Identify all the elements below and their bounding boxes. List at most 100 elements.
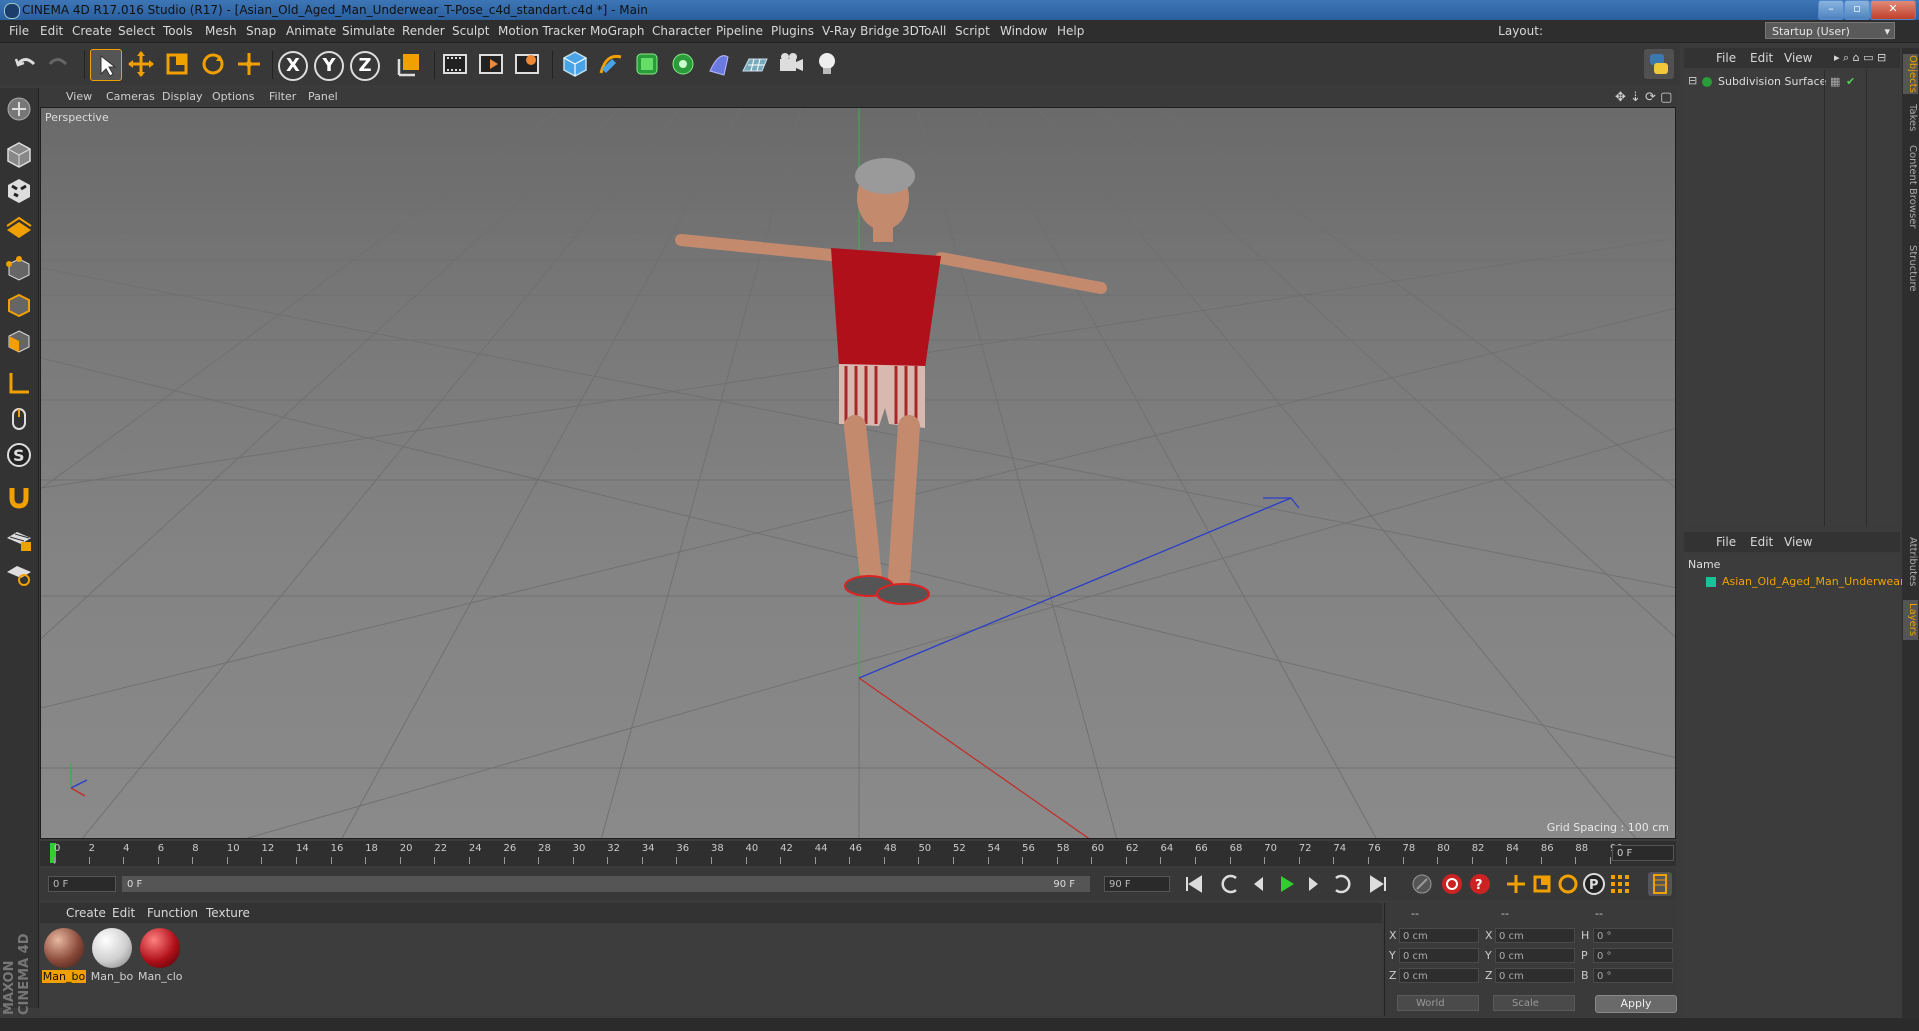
floor-icon[interactable] xyxy=(740,49,770,79)
tab-takes[interactable]: Takes xyxy=(1903,102,1918,134)
keyframe-selection-icon[interactable]: ? xyxy=(1468,872,1492,896)
tab-objects[interactable]: Objects xyxy=(1903,54,1918,94)
maximize-button[interactable]: ▫ xyxy=(1844,0,1870,20)
workplane-icon[interactable] xyxy=(4,212,34,242)
menu-edit[interactable]: Edit xyxy=(40,24,63,38)
autokey-icon[interactable] xyxy=(1440,872,1464,896)
expand-icon[interactable]: ⊟ xyxy=(1688,74,1697,87)
menu-vray-bridge[interactable]: V-Ray Bridge xyxy=(822,24,899,38)
material-item[interactable]: Man_clo xyxy=(138,928,182,983)
record-keys-icon[interactable] xyxy=(1410,872,1434,896)
menu-animate[interactable]: Animate xyxy=(286,24,336,38)
layer-menu-file[interactable]: File xyxy=(1716,535,1736,549)
menu-window[interactable]: Window xyxy=(1000,24,1047,38)
menu-character[interactable]: Character xyxy=(652,24,711,38)
layer-row[interactable]: Asian_Old_Aged_Man_Underwear xyxy=(1684,574,1905,590)
points-mode-icon[interactable] xyxy=(4,254,34,284)
object-row[interactable]: ⊟ Subdivision Surface ▦ ✔ xyxy=(1684,74,1900,90)
tweak-mode-icon[interactable] xyxy=(4,404,34,434)
position-x-field[interactable]: 0 cm xyxy=(1399,928,1479,943)
size-x-field[interactable]: 0 cm xyxy=(1495,928,1575,943)
menu-select[interactable]: Select xyxy=(118,24,155,38)
subdivision-surface-icon[interactable] xyxy=(632,49,662,79)
material-item[interactable]: Man_bo xyxy=(90,928,134,983)
key-rotation-icon[interactable] xyxy=(1556,872,1580,896)
material-menu-edit[interactable]: Edit xyxy=(112,906,135,920)
layer-menu-view[interactable]: View xyxy=(1784,535,1812,549)
light-icon[interactable] xyxy=(812,49,842,79)
spline-pen-icon[interactable] xyxy=(596,49,626,79)
coordinate-mode-dropdown[interactable]: World xyxy=(1397,995,1479,1011)
axis-mode-icon[interactable] xyxy=(4,368,34,398)
rotation-h-field[interactable]: 0 ° xyxy=(1593,928,1673,943)
menu-mograph[interactable]: MoGraph xyxy=(590,24,645,38)
rotate-icon[interactable] xyxy=(198,49,228,79)
viewport-menu-display[interactable]: Display xyxy=(162,90,203,103)
viewport-menu-view[interactable]: View xyxy=(66,90,92,103)
size-z-field[interactable]: 0 cm xyxy=(1495,968,1575,983)
key-pla-icon[interactable] xyxy=(1608,872,1632,896)
tab-attributes[interactable]: Attributes xyxy=(1903,532,1918,592)
menu-motion-tracker[interactable]: Motion Tracker xyxy=(498,24,586,38)
polygons-mode-icon[interactable] xyxy=(4,326,34,356)
live-select-icon[interactable] xyxy=(234,49,264,79)
menu-script[interactable]: Script xyxy=(955,24,990,38)
menu-simulate[interactable]: Simulate xyxy=(342,24,395,38)
3d-viewport[interactable]: Perspective Grid Spacing : 100 cm xyxy=(40,107,1676,839)
play-icon[interactable] xyxy=(1274,872,1298,896)
rotation-b-field[interactable]: 0 ° xyxy=(1593,968,1673,983)
select-arrow-icon[interactable] xyxy=(90,49,122,81)
tab-content-browser[interactable]: Content Browser xyxy=(1903,142,1918,232)
rotation-p-field[interactable]: 0 ° xyxy=(1593,948,1673,963)
close-button[interactable]: ✕ xyxy=(1870,0,1916,20)
object-menu-file[interactable]: File xyxy=(1716,51,1736,65)
go-to-end-icon[interactable] xyxy=(1366,872,1390,896)
next-frame-icon[interactable] xyxy=(1302,872,1326,896)
position-y-field[interactable]: 0 cm xyxy=(1399,948,1479,963)
previous-frame-icon[interactable] xyxy=(1246,872,1270,896)
visibility-icon[interactable]: ▦ xyxy=(1830,75,1840,88)
magnet-icon[interactable] xyxy=(4,482,34,512)
locked-workplane-icon[interactable] xyxy=(4,524,34,554)
menu-3dtoall[interactable]: 3DToAll xyxy=(902,24,946,38)
y-axis-toggle[interactable]: Y xyxy=(314,51,344,81)
size-mode-dropdown[interactable]: Scale xyxy=(1493,995,1575,1011)
redo-button[interactable] xyxy=(44,49,74,79)
material-menu-texture[interactable]: Texture xyxy=(206,906,250,920)
menu-help[interactable]: Help xyxy=(1057,24,1084,38)
apply-button[interactable]: Apply xyxy=(1595,995,1677,1013)
key-parameter-icon[interactable]: P xyxy=(1582,872,1606,896)
viewport-menu-filter[interactable]: Filter xyxy=(269,90,296,103)
next-key-icon[interactable] xyxy=(1330,872,1354,896)
move-icon[interactable] xyxy=(126,49,156,79)
layout-dropdown[interactable]: Startup (User) ▾ xyxy=(1765,22,1895,39)
render-settings-icon[interactable] xyxy=(512,49,542,79)
timeline-window-icon[interactable] xyxy=(1648,872,1672,896)
current-frame-field[interactable]: 0 F xyxy=(1612,845,1674,861)
key-scale-icon[interactable] xyxy=(1530,872,1554,896)
range-slider[interactable]: 0 F 90 F xyxy=(122,876,1090,892)
tab-layers[interactable]: Layers xyxy=(1903,600,1918,640)
coordinate-system-icon[interactable] xyxy=(394,49,424,79)
render-to-picture-viewer-icon[interactable] xyxy=(476,49,506,79)
make-editable-icon[interactable] xyxy=(4,94,34,124)
end-frame-field[interactable]: 90 F xyxy=(1104,876,1170,892)
position-z-field[interactable]: 0 cm xyxy=(1399,968,1479,983)
planar-workplane-icon[interactable] xyxy=(4,558,34,588)
scale-icon[interactable] xyxy=(162,49,192,79)
go-to-start-icon[interactable] xyxy=(1182,872,1206,896)
timeline-ruler[interactable]: 0 2 4 6 8 10 12 14 16 18 20 22 24 26 28 30 32 34 36 38 40 42 4… xyxy=(40,841,1676,866)
camera-icon[interactable] xyxy=(776,49,806,79)
object-manager-tools-icons[interactable]: ▸ ⌕ ⌂ ▭ ⊟ xyxy=(1834,51,1886,65)
previous-key-icon[interactable] xyxy=(1218,872,1242,896)
viewport-navigation-icons[interactable]: ✥ ⇣ ⟳ ▢ xyxy=(1615,90,1672,105)
texture-mode-icon[interactable] xyxy=(4,176,34,206)
material-item[interactable]: Man_bo xyxy=(42,928,86,983)
menu-mesh[interactable]: Mesh xyxy=(205,24,237,38)
render-view-icon[interactable] xyxy=(440,49,470,79)
menu-file[interactable]: File xyxy=(9,24,29,38)
menu-snap[interactable]: Snap xyxy=(246,24,276,38)
cube-icon[interactable] xyxy=(560,49,590,79)
viewport-menu-panel[interactable]: Panel xyxy=(308,90,338,103)
menu-plugins[interactable]: Plugins xyxy=(771,24,814,38)
